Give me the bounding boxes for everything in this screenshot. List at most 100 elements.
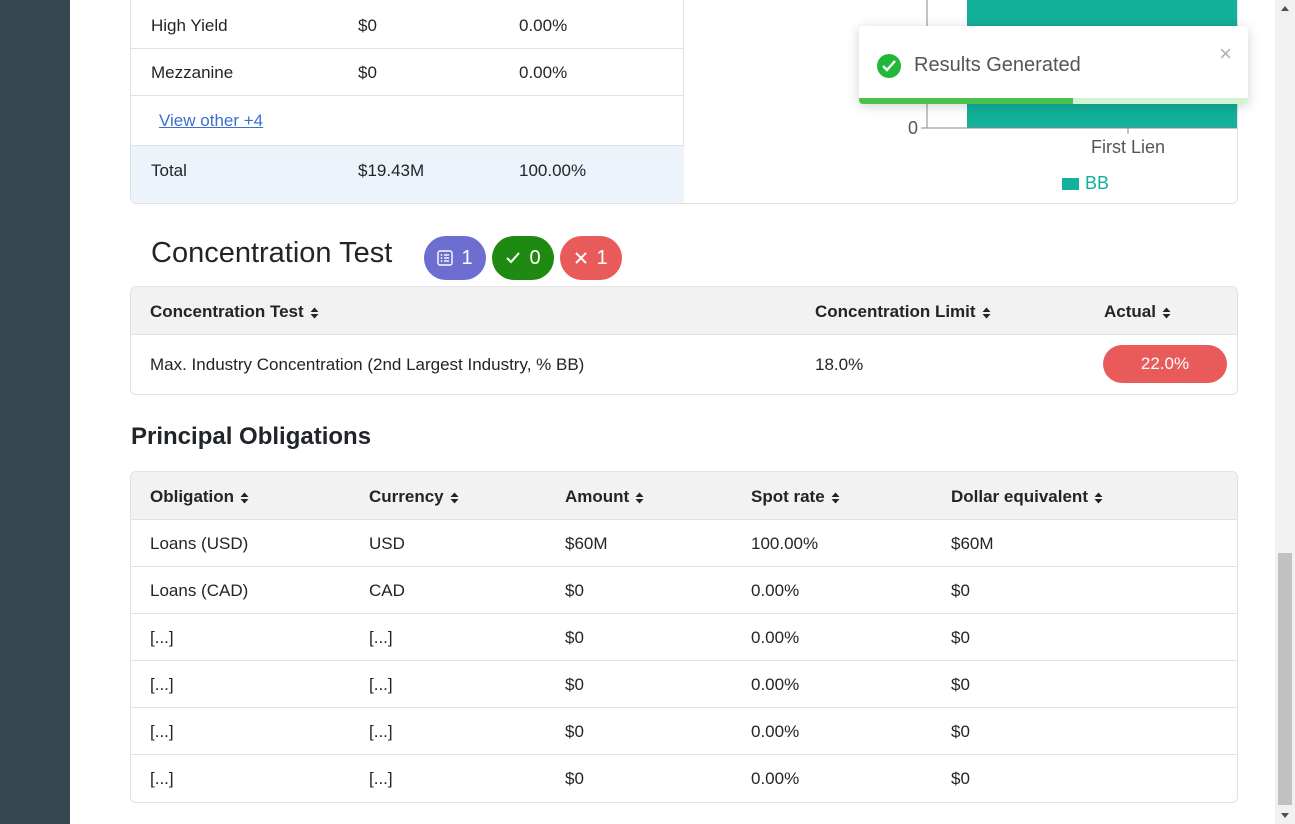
column-header-currency[interactable]: Currency	[369, 487, 459, 507]
toast-progress-track	[859, 98, 1248, 104]
close-icon[interactable]: ×	[1219, 41, 1232, 67]
cell-currency: [...]	[369, 769, 393, 788]
legend-label: BB	[1085, 173, 1109, 193]
cell-dollar-equivalent: $60M	[951, 534, 994, 553]
cell-spot-rate: 0.00%	[751, 722, 800, 741]
toast-notification: Results Generated ×	[859, 26, 1248, 104]
total-amount: $19.43M	[358, 161, 425, 180]
table-row: Max. Industry Concentration (2nd Largest…	[131, 335, 1237, 394]
row-percent: 0.00%	[519, 63, 568, 82]
check-circle-icon	[877, 54, 901, 78]
failed-tests-count: 1	[596, 246, 608, 269]
passed-tests-badge[interactable]: 0	[492, 236, 554, 280]
sort-icon[interactable]	[450, 492, 459, 504]
concentration-table: Concentration Test Concentration Limit A…	[130, 286, 1238, 395]
left-sidebar-rail	[0, 0, 70, 824]
column-header-dollar-equivalent[interactable]: Dollar equivalent	[951, 487, 1103, 507]
cell-currency: [...]	[369, 628, 393, 647]
sort-icon[interactable]	[310, 307, 319, 319]
failed-tests-badge[interactable]: 1	[560, 236, 622, 280]
table-row: High Yield $0 0.00%	[131, 2, 684, 49]
table-row: [...] [...] $0 0.00% $0	[131, 708, 1237, 755]
cell-obligation: Loans (CAD)	[150, 581, 249, 600]
row-amount: $0	[358, 16, 377, 35]
cell-obligation: [...]	[150, 675, 174, 694]
check-icon	[506, 252, 521, 264]
column-header-actual[interactable]: Actual	[1104, 302, 1171, 322]
actual-value-badge: 22.0%	[1103, 345, 1227, 383]
sort-icon[interactable]	[831, 492, 840, 504]
row-amount: $0	[358, 63, 377, 82]
column-header-test[interactable]: Concentration Test	[150, 302, 319, 322]
scrollbar-thumb[interactable]	[1278, 553, 1292, 805]
cell-amount: $0	[565, 581, 584, 600]
sort-icon[interactable]	[1162, 307, 1171, 319]
row-name: Mezzanine	[151, 63, 234, 82]
passed-tests-count: 0	[529, 246, 541, 269]
scroll-down-arrow-icon[interactable]	[1281, 813, 1289, 818]
x-tick-label: First Lien	[1091, 137, 1165, 157]
allocation-table: High Yield $0 0.00% Mezzanine $0 0.00% V…	[131, 0, 684, 203]
sort-icon[interactable]	[240, 492, 249, 504]
toast-message: Results Generated	[914, 54, 1081, 76]
table-header: Concentration Test Concentration Limit A…	[131, 287, 1237, 335]
cell-amount: $60M	[565, 534, 608, 553]
legend-swatch	[1062, 178, 1079, 190]
scroll-up-arrow-icon[interactable]	[1281, 6, 1289, 11]
column-header-obligation[interactable]: Obligation	[150, 487, 249, 507]
column-header-limit[interactable]: Concentration Limit	[815, 302, 991, 322]
cell-spot-rate: 100.00%	[751, 534, 819, 553]
column-header-amount[interactable]: Amount	[565, 487, 644, 507]
cell-spot-rate: 0.00%	[751, 628, 800, 647]
row-name: High Yield	[151, 16, 228, 35]
sort-icon[interactable]	[982, 307, 991, 319]
cell-spot-rate: 0.00%	[751, 769, 800, 788]
table-row: Loans (CAD) CAD $0 0.00% $0	[131, 567, 1237, 614]
cell-dollar-equivalent: $0	[951, 675, 970, 694]
table-row: Loans (USD) USD $60M 100.00% $60M	[131, 520, 1237, 567]
column-header-spot-rate[interactable]: Spot rate	[751, 487, 840, 507]
sort-icon[interactable]	[1094, 492, 1103, 504]
table-header: Obligation Currency Amount Spot rate Dol…	[131, 472, 1237, 520]
cell-amount: $0	[565, 628, 584, 647]
cell-amount: $0	[565, 722, 584, 741]
cell-currency: USD	[369, 534, 405, 553]
obligations-table: Obligation Currency Amount Spot rate Dol…	[130, 471, 1238, 803]
vertical-scrollbar[interactable]	[1275, 0, 1295, 824]
cell-spot-rate: 0.00%	[751, 581, 800, 600]
view-more-row: View other +4	[131, 96, 684, 146]
total-row: Total $19.43M 100.00%	[131, 146, 684, 203]
cell-spot-rate: 0.00%	[751, 675, 800, 694]
total-tests-count: 1	[461, 246, 473, 269]
y-tick-label: 0	[908, 118, 918, 138]
test-limit: 18.0%	[815, 355, 864, 374]
cell-obligation: [...]	[150, 628, 174, 647]
table-row: [...] [...] $0 0.00% $0	[131, 614, 1237, 661]
table-row: [...] [...] $0 0.00% $0	[131, 755, 1237, 802]
cell-obligation: Loans (USD)	[150, 534, 249, 553]
total-percent: 100.00%	[519, 161, 587, 180]
view-other-link[interactable]: View other +4	[159, 111, 263, 131]
section-title-concentration: Concentration Test	[151, 237, 393, 269]
cell-currency: [...]	[369, 722, 393, 741]
cell-dollar-equivalent: $0	[951, 628, 970, 647]
cell-dollar-equivalent: $0	[951, 581, 970, 600]
cell-obligation: [...]	[150, 722, 174, 741]
test-name: Max. Industry Concentration (2nd Largest…	[150, 355, 585, 374]
table-row: Mezzanine $0 0.00%	[131, 49, 684, 96]
cell-dollar-equivalent: $0	[951, 722, 970, 741]
cell-currency: CAD	[369, 581, 405, 600]
cell-dollar-equivalent: $0	[951, 769, 970, 788]
checklist-icon	[437, 250, 454, 266]
cell-amount: $0	[565, 675, 584, 694]
row-percent: 0.00%	[519, 16, 568, 35]
cell-currency: [...]	[369, 675, 393, 694]
total-tests-badge[interactable]: 1	[424, 236, 486, 280]
table-row: [...] [...] $0 0.00% $0	[131, 661, 1237, 708]
toast-progress-bar	[859, 98, 1073, 104]
cell-amount: $0	[565, 769, 584, 788]
total-label: Total	[151, 161, 187, 180]
cross-icon	[575, 252, 588, 264]
section-title-obligations: Principal Obligations	[131, 423, 372, 450]
sort-icon[interactable]	[635, 492, 644, 504]
